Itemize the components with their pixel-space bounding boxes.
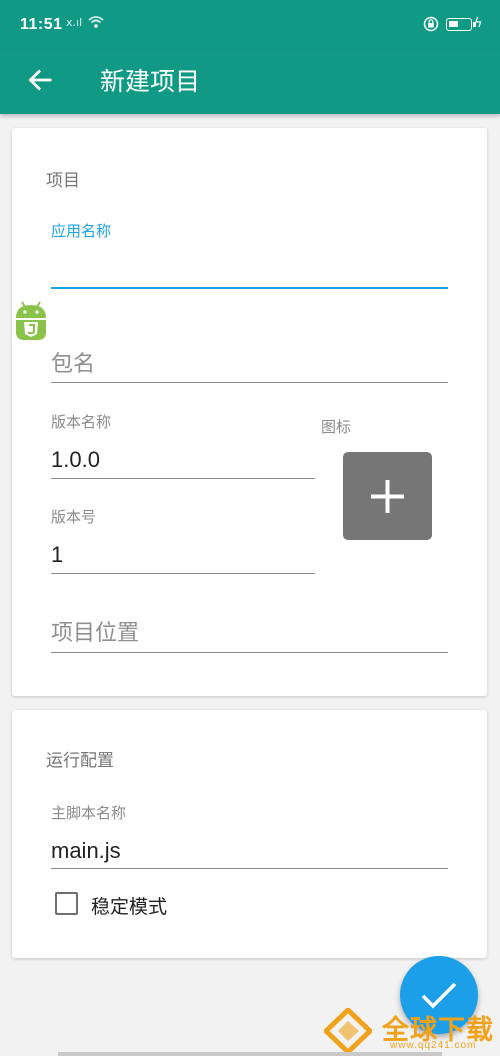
app-toolbar: 新建项目	[0, 50, 500, 114]
back-button[interactable]	[18, 58, 62, 102]
version-name-label: 版本名称	[51, 413, 112, 431]
battery-icon	[446, 18, 476, 31]
status-time: 11:51	[20, 16, 63, 33]
package-name-underline	[51, 382, 448, 383]
page-title: 新建项目	[100, 67, 201, 96]
main-script-underline	[51, 868, 448, 869]
plus-icon	[371, 480, 404, 513]
checkbox-box[interactable]	[55, 892, 78, 915]
version-code-input[interactable]: 1	[51, 542, 63, 568]
app-name-field[interactable]: 应用名称	[51, 220, 448, 290]
main-script-field[interactable]: 主脚本名称 main.js	[51, 802, 448, 870]
status-bar: 11:51 x.ıl ϟ	[0, 0, 500, 50]
main-script-label: 主脚本名称	[51, 804, 127, 822]
project-location-underline	[51, 652, 448, 653]
project-location-field[interactable]: 项目位置	[51, 615, 448, 653]
section-title-run-config: 运行配置	[46, 751, 114, 771]
version-name-underline	[51, 478, 315, 479]
stable-mode-label: 稳定模式	[91, 896, 168, 918]
watermark-url: www.qq241.com	[390, 1040, 477, 1051]
section-title-project: 项目	[46, 171, 80, 191]
package-name-field[interactable]: 包名	[51, 346, 448, 384]
lock-rotation-icon	[423, 16, 439, 32]
charging-icon: ϟ	[474, 16, 483, 31]
signal-icon: x.ıl	[66, 16, 83, 29]
watermark: 全球下载 www.qq241.com	[320, 1004, 500, 1056]
main-script-input[interactable]: main.js	[51, 838, 121, 864]
package-name-input[interactable]: 包名	[51, 346, 95, 378]
bottom-edge	[58, 1052, 442, 1056]
version-code-label: 版本号	[51, 508, 97, 526]
app-name-label: 应用名称	[51, 222, 112, 240]
app-name-underline	[51, 287, 448, 289]
version-name-field[interactable]: 版本名称 1.0.0	[51, 411, 315, 479]
wifi-icon	[88, 16, 104, 28]
version-name-input[interactable]: 1.0.0	[51, 447, 100, 473]
version-code-field[interactable]: 版本号 1	[51, 506, 315, 574]
add-icon-button[interactable]	[343, 452, 432, 540]
project-location-input[interactable]: 项目位置	[51, 615, 139, 647]
watermark-logo-icon	[324, 1008, 372, 1054]
android-js-icon	[16, 301, 46, 340]
version-code-underline	[51, 573, 315, 574]
icon-label: 图标	[321, 418, 352, 436]
project-card: 项目 应用名称 包名 版本名称 1.0.0 版本号 1 项目位置	[12, 128, 487, 696]
run-config-card: 运行配置 主脚本名称 main.js	[12, 710, 487, 958]
arrow-left-icon	[28, 69, 52, 91]
